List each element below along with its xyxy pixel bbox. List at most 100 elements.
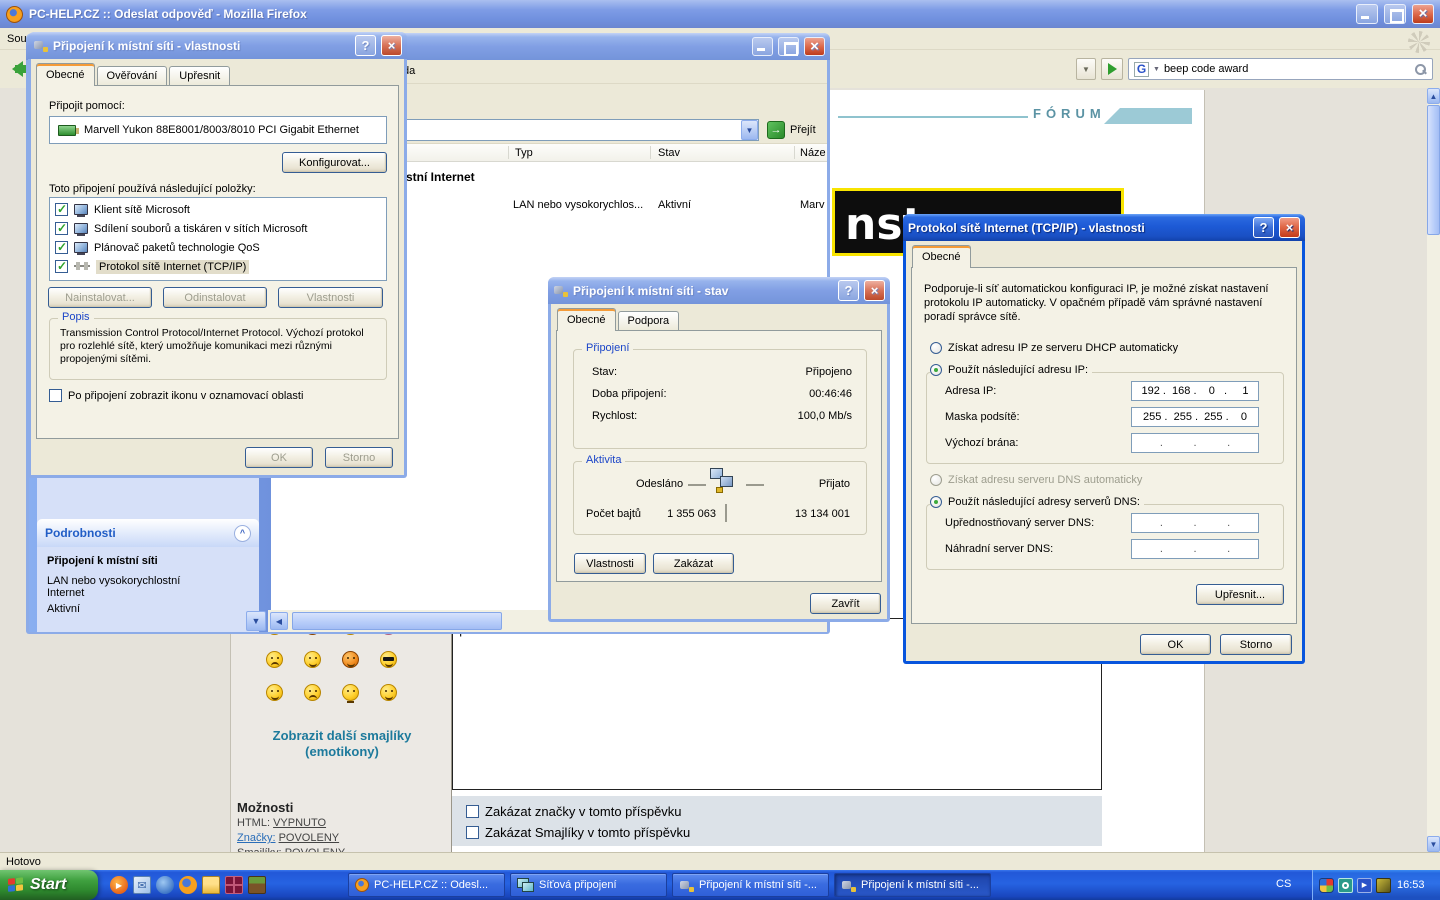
grid-app-icon[interactable]	[225, 876, 243, 894]
smiley-icon[interactable]	[266, 651, 283, 668]
urlbar-dropdown-button[interactable]: ▼	[1076, 58, 1096, 80]
item-checkbox[interactable]	[55, 260, 68, 273]
smiley-icon[interactable]	[380, 684, 397, 701]
folder-icon[interactable]	[202, 876, 220, 894]
status-dialog-titlebar[interactable]: Připojení k místní síti - stav ? ×	[548, 277, 890, 304]
minimize-button[interactable]	[752, 37, 773, 56]
notify-checkbox[interactable]	[49, 389, 62, 402]
search-engine-dropdown-icon[interactable]: ▼	[1153, 66, 1160, 73]
properties-dialog-titlebar[interactable]: Připojení k místní síti - vlastnosti ? ×	[28, 32, 407, 59]
smiley-icon[interactable]	[342, 651, 359, 668]
collapse-chevron-icon[interactable]: ^	[234, 525, 251, 542]
close-button[interactable]	[1412, 4, 1434, 24]
security-center-icon[interactable]	[1319, 878, 1334, 893]
minimize-button[interactable]	[1356, 4, 1378, 24]
static-radio[interactable]	[930, 364, 942, 376]
configure-button[interactable]: Konfigurovat...	[282, 152, 387, 173]
firefox-quicklaunch-icon[interactable]	[179, 876, 197, 894]
smiley-icon[interactable]	[304, 684, 321, 701]
item-checkbox[interactable]	[55, 222, 68, 235]
item-checkbox[interactable]	[55, 203, 68, 216]
ok-button[interactable]: OK	[1140, 634, 1211, 655]
column-header-name[interactable]: Náze	[800, 147, 826, 159]
close-button[interactable]: ×	[381, 35, 402, 56]
messenger-icon[interactable]	[156, 876, 174, 894]
hscrollbar-thumb[interactable]	[292, 612, 502, 630]
scroll-up-icon[interactable]: ▲	[1427, 88, 1440, 104]
scroll-down-icon[interactable]: ▼	[1427, 836, 1440, 852]
more-smilies-link[interactable]: Zobrazit další smajlíky (emotikony)	[252, 728, 432, 760]
item-properties-button[interactable]: Vlastnosti	[278, 287, 383, 308]
restore-button[interactable]	[1384, 4, 1406, 24]
static-radio-row[interactable]: Použít následující adresu IP:	[930, 364, 1092, 376]
game-icon[interactable]	[248, 876, 266, 894]
smiley-icon[interactable]	[380, 651, 397, 668]
help-button[interactable]: ?	[1253, 217, 1274, 238]
page-scrollbar[interactable]: ▲ ▼	[1427, 88, 1440, 852]
close-dialog-button[interactable]: Zavřít	[810, 593, 881, 614]
list-item[interactable]: Plánovač paketů technologie QoS	[50, 238, 386, 257]
cancel-button[interactable]: Storno	[325, 447, 393, 468]
tcpip-dialog-titlebar[interactable]: Protokol sítě Internet (TCP/IP) - vlastn…	[903, 214, 1305, 241]
cancel-button[interactable]: Storno	[1220, 634, 1292, 655]
maximize-button[interactable]	[778, 37, 799, 56]
address-dropdown-icon[interactable]: ▼	[741, 120, 758, 140]
scroll-left-icon[interactable]: ◀	[270, 612, 288, 630]
close-button[interactable]: ×	[1279, 217, 1300, 238]
tab-advanced[interactable]: Upřesnit	[169, 66, 230, 86]
clock[interactable]: 16:53	[1397, 879, 1425, 891]
ip-field[interactable]: 192 . 168 . 0 . 1	[1131, 381, 1259, 401]
dhcp-radio[interactable]	[930, 342, 942, 354]
properties-button[interactable]: Vlastnosti	[574, 553, 646, 574]
go-label[interactable]: Přejít	[790, 124, 816, 136]
tray-play-icon[interactable]: ▶	[1357, 878, 1372, 893]
tab-authentication[interactable]: Ověřování	[97, 66, 168, 86]
uninstall-button[interactable]: Odinstalovat	[163, 287, 267, 308]
taskbar-button-connection-status[interactable]: Připojení k místní síti -...	[672, 873, 829, 897]
column-header-type[interactable]: Typ	[515, 147, 533, 159]
search-icon[interactable]	[1414, 63, 1427, 76]
menu-file-fragment[interactable]: Sou	[7, 33, 27, 45]
help-button[interactable]: ?	[355, 35, 376, 56]
close-button[interactable]: ×	[864, 280, 885, 301]
dns-static-radio[interactable]	[930, 496, 942, 508]
dns-primary-field[interactable]: . . .	[1131, 513, 1259, 533]
ok-button[interactable]: OK	[245, 447, 313, 468]
tab-general[interactable]: Obecné	[912, 245, 971, 268]
help-button[interactable]: ?	[838, 280, 859, 301]
list-item[interactable]: Sdílení souborů a tiskáren v sítích Micr…	[50, 219, 386, 238]
dhcp-radio-row[interactable]: Získat adresu IP ze serveru DHCP automat…	[930, 342, 1178, 354]
column-header-status[interactable]: Stav	[658, 147, 680, 159]
scrollbar-thumb[interactable]	[1427, 105, 1440, 235]
search-box[interactable]: G ▼ beep code award	[1128, 58, 1433, 80]
tab-general[interactable]: Obecné	[557, 308, 616, 331]
smiley-icon[interactable]	[304, 651, 321, 668]
dns-auto-radio[interactable]	[930, 474, 942, 486]
go-arrow-icon[interactable]: →	[767, 121, 785, 139]
dns-static-radio-row[interactable]: Použít následující adresy serverů DNS:	[930, 496, 1144, 508]
taskbar-button-firefox[interactable]: PC-HELP.CZ :: Odesl...	[348, 873, 505, 897]
media-player-icon[interactable]: ▶	[110, 876, 128, 894]
items-listbox[interactable]: Klient sítě Microsoft Sdílení souborů a …	[49, 197, 387, 281]
taskbar-button-connection-properties[interactable]: Připojení k místní síti -...	[834, 873, 991, 897]
go-button[interactable]	[1101, 58, 1123, 80]
close-button[interactable]	[804, 37, 825, 56]
language-indicator[interactable]: CS	[1276, 878, 1291, 890]
gateway-field[interactable]: . . .	[1131, 433, 1259, 453]
sidebar-scroll-down-icon[interactable]: ▼	[246, 611, 266, 631]
item-checkbox[interactable]	[55, 241, 68, 254]
mail-icon[interactable]: ✉	[133, 876, 151, 894]
tray-app-icon[interactable]	[1338, 878, 1353, 893]
tab-general[interactable]: Obecné	[36, 63, 95, 86]
firefox-titlebar[interactable]: PC-HELP.CZ :: Odeslat odpověď - Mozilla …	[0, 0, 1440, 28]
advanced-button[interactable]: Upřesnit...	[1196, 584, 1284, 605]
smiley-icon[interactable]	[266, 684, 283, 701]
details-header[interactable]: Podrobnosti ^	[37, 519, 259, 547]
dns-secondary-field[interactable]: . . .	[1131, 539, 1259, 559]
subnet-mask-field[interactable]: 255 . 255 . 255 . 0	[1131, 407, 1259, 427]
list-item[interactable]: Klient sítě Microsoft	[50, 200, 386, 219]
install-button[interactable]: Nainstalovat...	[48, 287, 152, 308]
search-input[interactable]: beep code award	[1164, 63, 1410, 75]
tray-utility-icon[interactable]	[1376, 878, 1391, 893]
disable-bbcode-checkbox[interactable]	[466, 805, 479, 818]
